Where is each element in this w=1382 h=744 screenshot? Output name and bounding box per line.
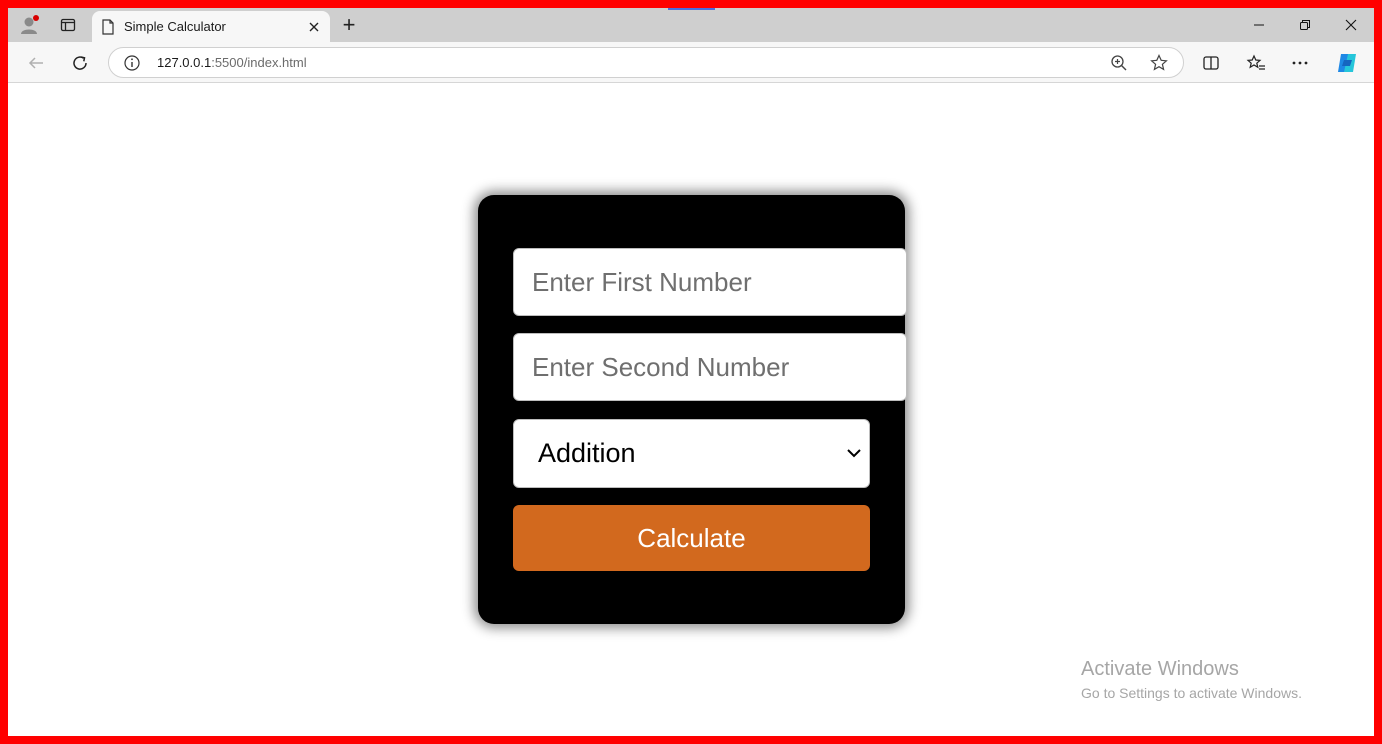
- restore-icon[interactable]: [1282, 11, 1328, 39]
- more-icon[interactable]: [1285, 48, 1315, 78]
- tab-accent-line: [668, 8, 715, 10]
- tab-actions-icon[interactable]: [54, 11, 82, 39]
- url-host: 127.0.0.1: [157, 55, 212, 70]
- close-icon[interactable]: [304, 17, 324, 37]
- operation-select[interactable]: Addition: [513, 419, 870, 488]
- first-number-input[interactable]: [513, 248, 907, 316]
- calculator-card: Addition Calculate: [478, 195, 907, 624]
- browser-window: Simple Calculator + 127.0.0.1:5500/index…: [8, 8, 1374, 736]
- tab-strip: Simple Calculator +: [8, 8, 1374, 42]
- refresh-icon[interactable]: [65, 48, 95, 78]
- info-icon[interactable]: [123, 54, 141, 72]
- zoom-icon[interactable]: [1109, 53, 1129, 73]
- page-content: Addition Calculate Activate Windows Go t…: [8, 83, 1374, 736]
- operation-selected-value: Addition: [538, 438, 636, 468]
- window-close-icon[interactable]: [1328, 11, 1374, 39]
- tab-title: Simple Calculator: [124, 19, 226, 34]
- windows-activation-watermark: Activate Windows Go to Settings to activ…: [1081, 658, 1302, 701]
- browser-toolbar: 127.0.0.1:5500/index.html: [8, 42, 1374, 83]
- profile-icon[interactable]: [16, 11, 44, 39]
- new-tab-button[interactable]: +: [336, 12, 362, 38]
- address-bar[interactable]: 127.0.0.1:5500/index.html: [108, 47, 1184, 78]
- watermark-title: Activate Windows: [1081, 658, 1239, 680]
- minimize-icon[interactable]: [1236, 11, 1282, 39]
- page-icon: [100, 18, 116, 35]
- chevron-down-icon: [845, 444, 863, 462]
- copilot-icon[interactable]: [1332, 48, 1362, 78]
- favorites-icon[interactable]: [1241, 48, 1271, 78]
- calculate-button[interactable]: Calculate: [513, 505, 870, 571]
- url-text[interactable]: 127.0.0.1:5500/index.html: [157, 55, 307, 70]
- back-icon[interactable]: [21, 48, 51, 78]
- watermark-subtitle: Go to Settings to activate Windows.: [1081, 685, 1302, 701]
- tab-simple-calculator[interactable]: Simple Calculator: [92, 11, 330, 42]
- second-number-input[interactable]: [513, 333, 907, 401]
- url-path: :5500/index.html: [211, 55, 307, 70]
- favorite-star-icon[interactable]: [1149, 53, 1169, 73]
- split-screen-icon[interactable]: [1196, 48, 1226, 78]
